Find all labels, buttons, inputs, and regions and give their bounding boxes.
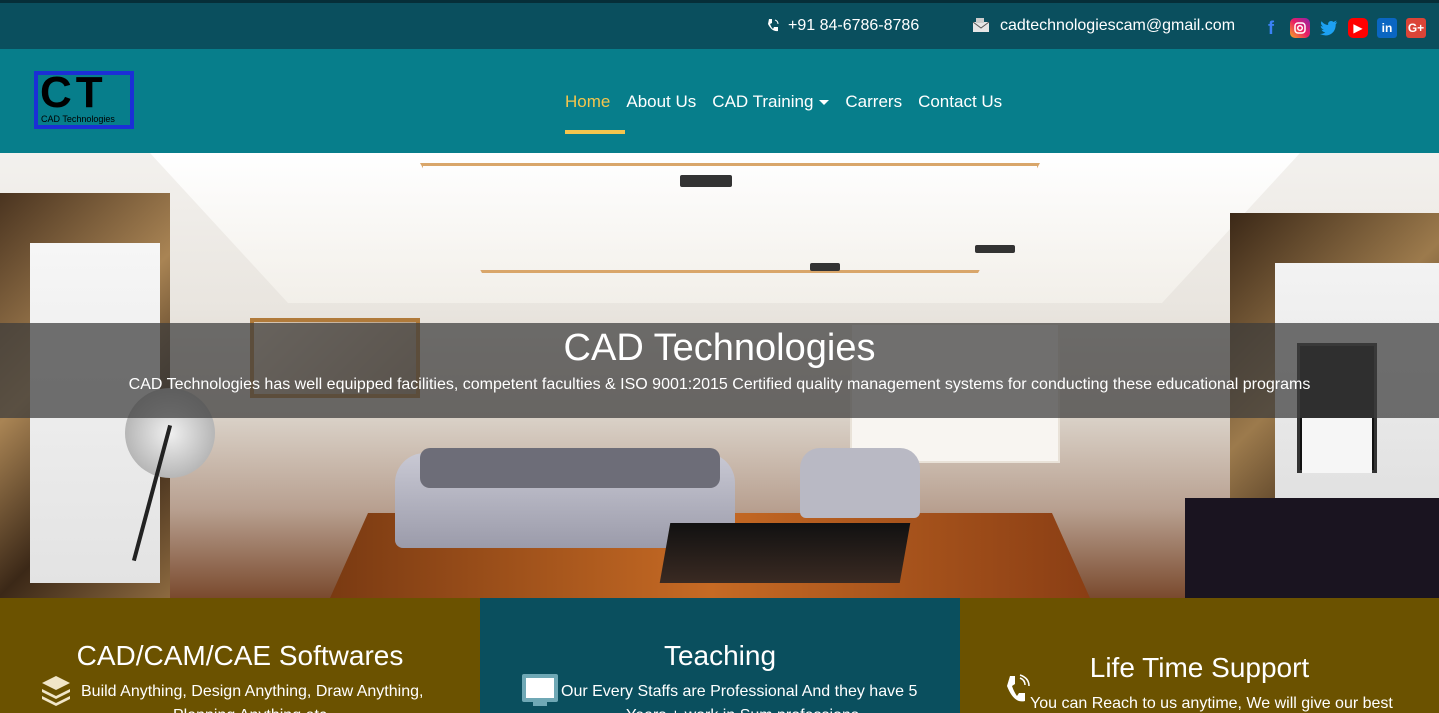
- hero-caption: CAD Technologies CAD Technologies has we…: [0, 323, 1439, 418]
- top-contact-bar: +91 84-6786-8786 cadtechnologiescam@gmai…: [0, 0, 1439, 49]
- nav-item-cad-training[interactable]: CAD Training: [712, 92, 830, 112]
- feature-row: CAD/CAM/CAE Softwares Build Anything, De…: [0, 598, 1439, 713]
- logo-subtitle: CAD Technologies: [41, 114, 115, 124]
- active-nav-indicator: [565, 130, 625, 134]
- feature-text: You can Reach to us anytime, We will giv…: [1030, 695, 1393, 712]
- linkedin-icon[interactable]: in: [1377, 18, 1397, 38]
- ceiling-light: [975, 245, 1015, 253]
- logo-letters: CT: [40, 68, 107, 117]
- email-address: cadtechnologiescam@gmail.com: [1000, 17, 1236, 34]
- hero-tv-screen: [1302, 418, 1372, 473]
- phone-number: +91 84-6786-8786: [788, 17, 920, 34]
- hero-title: CAD Technologies: [563, 327, 876, 369]
- brand-logo[interactable]: CT CAD Technologies: [31, 68, 135, 133]
- feature-text: Our Every Staffs are Professional And th…: [561, 683, 918, 700]
- twitter-icon[interactable]: [1319, 18, 1339, 38]
- youtube-icon[interactable]: ▶: [1348, 18, 1368, 38]
- feature-title: Teaching: [663, 640, 777, 671]
- chevron-down-icon: [819, 100, 830, 106]
- nav-item-cad-training-label: CAD Training: [712, 92, 814, 111]
- feature-card-teaching: Teaching Our Every Staffs are Profession…: [480, 598, 960, 713]
- main-navbar: CT CAD Technologies Home About Us CAD Tr…: [0, 49, 1439, 153]
- social-links: f ▶ in G+: [1261, 18, 1426, 38]
- phone-icon: [768, 19, 779, 32]
- nav-menu: Home About Us CAD Training Carrers Conta…: [565, 92, 1002, 112]
- ceiling-light: [680, 175, 732, 187]
- email-contact[interactable]: cadtechnologiescam@gmail.com: [972, 17, 1235, 35]
- hero-armchair: [800, 448, 920, 518]
- phone-icon: [1005, 674, 1031, 711]
- feature-card-support: Life Time Support You can Reach to us an…: [960, 598, 1439, 713]
- instagram-icon[interactable]: [1290, 18, 1310, 38]
- ceiling-light: [810, 263, 840, 271]
- feature-title: CAD/CAM/CAE Softwares: [76, 640, 404, 671]
- feature-text-line2: Planning Anything etc.: [173, 704, 331, 713]
- feature-title: Life Time Support: [1089, 652, 1310, 683]
- nav-item-about-us[interactable]: About Us: [626, 92, 696, 112]
- nav-item-home[interactable]: Home: [565, 92, 610, 112]
- hero-description: CAD Technologies has well equipped facil…: [128, 376, 1311, 393]
- nav-item-carrers[interactable]: Carrers: [845, 92, 902, 112]
- hero-sofa-cushions: [420, 448, 720, 488]
- hero-sideboard: [1185, 498, 1439, 598]
- feature-text-line2: Years + work in Sum professions: [626, 704, 859, 713]
- facebook-icon[interactable]: f: [1261, 18, 1281, 38]
- phone-contact[interactable]: +91 84-6786-8786: [766, 17, 919, 35]
- google-plus-icon[interactable]: G+: [1406, 18, 1426, 38]
- hero-banner: CAD Technologies CAD Technologies has we…: [0, 153, 1439, 598]
- hero-coffee-table: [659, 523, 911, 583]
- layers-icon: [40, 674, 72, 711]
- feature-text: Build Anything, Design Anything, Draw An…: [81, 683, 424, 700]
- nav-item-contact-us[interactable]: Contact Us: [918, 92, 1002, 112]
- email-icon: [972, 18, 990, 32]
- feature-card-softwares: CAD/CAM/CAE Softwares Build Anything, De…: [0, 598, 480, 713]
- monitor-icon: [521, 673, 559, 712]
